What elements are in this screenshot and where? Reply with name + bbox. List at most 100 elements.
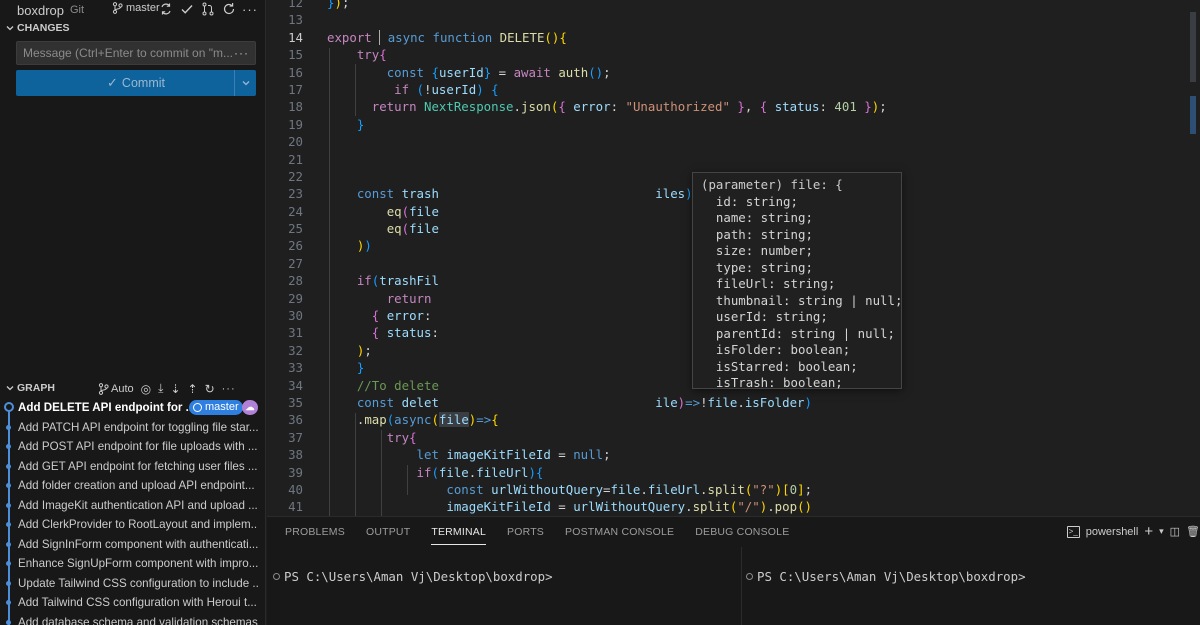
hover-field: userId: string; <box>715 309 828 324</box>
source-control-sidebar: boxdrop Git master ··· CHANGES Message (… <box>0 0 266 625</box>
terminal-prompt: PS C:\Users\Aman Vj\Desktop\boxdrop> <box>284 569 553 584</box>
graph-auto-toggle[interactable]: Auto <box>98 383 134 395</box>
split-terminal-icon[interactable]: ◫ <box>1170 525 1180 538</box>
hover-header: (parameter) file: { <box>701 177 843 192</box>
commit-row[interactable]: Update Tailwind CSS configuration to inc… <box>0 574 265 594</box>
refresh-icon[interactable]: ↻ <box>205 382 215 396</box>
terminal-status-icon <box>746 573 753 580</box>
panel-tabs: PROBLEMS OUTPUT TERMINAL PORTS POSTMAN C… <box>285 525 810 545</box>
line-number: 12 <box>288 0 303 10</box>
line-number: 16 <box>288 64 303 80</box>
commit-graph-list: Add DELETE API endpoint for ... master ☁… <box>0 398 265 625</box>
pull-request-icon[interactable] <box>200 1 216 17</box>
terminal-right[interactable]: PS C:\Users\Aman Vj\Desktop\boxdrop> <box>746 569 1026 584</box>
line-number: 31 <box>288 325 303 341</box>
new-terminal-icon[interactable]: + <box>1144 523 1153 540</box>
tab-output[interactable]: OUTPUT <box>366 525 410 545</box>
remote-cloud-icon[interactable]: ☁ <box>242 400 258 415</box>
commit-dropdown-button[interactable] <box>234 70 256 96</box>
commit-head-node-icon <box>4 402 14 412</box>
terminal-status-icon <box>273 573 280 580</box>
tab-ports[interactable]: PORTS <box>507 525 544 545</box>
commit-check-icon[interactable] <box>179 1 195 17</box>
git-branch-icon <box>112 2 123 14</box>
hover-field: thumbnail: string | null; <box>715 292 903 308</box>
shell-name[interactable]: powershell <box>1086 526 1139 538</box>
fetch-icon[interactable]: ⤓ <box>158 381 163 396</box>
kill-terminal-icon[interactable]: 🗑 <box>1186 525 1200 538</box>
commit-message: Add PATCH API endpoint for toggling file… <box>18 420 258 434</box>
target-icon[interactable]: ◎ <box>141 382 151 396</box>
commit-row[interactable]: Add ImageKit authentication API and uplo… <box>0 496 265 516</box>
repository-provider: Git <box>69 4 85 16</box>
chevron-down-icon <box>6 386 14 391</box>
ellipsis-icon[interactable]: ··· <box>234 42 249 64</box>
pull-icon[interactable]: ⇣ <box>170 382 180 396</box>
more-actions-icon[interactable]: ··· <box>242 1 258 17</box>
commit-message-placeholder: Message (Ctrl+Enter to commit on "m... <box>23 46 233 60</box>
hover-field: isTrash: boolean; <box>715 375 843 390</box>
line-number: 13 <box>288 12 303 28</box>
tab-problems[interactable]: PROBLEMS <box>285 525 345 545</box>
commit-row[interactable]: Add folder creation and upload API endpo… <box>0 476 265 496</box>
scm-toolbar: ··· <box>158 1 258 17</box>
terminal-divider[interactable] <box>741 547 742 625</box>
more-actions-icon[interactable]: ··· <box>222 383 236 395</box>
commit-message: Add Tailwind CSS configuration with Hero… <box>18 596 257 610</box>
commit-row[interactable]: Add SignInForm component with authentica… <box>0 535 265 555</box>
line-number: 26 <box>288 238 303 254</box>
terminal-icon: >_ <box>1066 525 1080 538</box>
commit-node-icon <box>6 619 11 625</box>
line-number: 35 <box>288 394 303 410</box>
commit-node-icon <box>6 502 11 508</box>
commit-node-icon <box>6 463 11 469</box>
tab-debug-console[interactable]: DEBUG CONSOLE <box>695 525 789 545</box>
commit-row[interactable]: Add Tailwind CSS configuration with Hero… <box>0 593 265 613</box>
terminal-toolbar: >_ powershell + ▾ ◫ 🗑 <box>1066 523 1200 540</box>
sync-icon[interactable] <box>158 1 174 17</box>
commit-row[interactable]: Add PATCH API endpoint for toggling file… <box>0 418 265 438</box>
commit-message: Add SignInForm component with authentica… <box>18 537 258 551</box>
line-number: 28 <box>288 273 303 289</box>
commit-message: Add ClerkProvider to RootLayout and impl… <box>18 518 258 532</box>
minimap-block <box>1190 12 1196 82</box>
hover-field: path: string; <box>715 226 813 242</box>
commit-message: Add DELETE API endpoint for ... <box>18 401 196 415</box>
commit-row[interactable]: Add DELETE API endpoint for ... master ☁ <box>0 398 265 418</box>
hover-field: id: string; <box>715 193 798 209</box>
line-number: 29 <box>288 290 303 306</box>
line-number: 19 <box>288 116 303 132</box>
line-number: 21 <box>288 151 303 167</box>
refresh-icon[interactable] <box>221 1 237 17</box>
commit-node-icon <box>6 483 11 488</box>
line-number: 15 <box>288 47 303 63</box>
minimap-scrollbar[interactable] <box>1186 0 1200 516</box>
commit-button-label: Commit <box>121 76 165 90</box>
tab-terminal[interactable]: TERMINAL <box>431 525 487 545</box>
terminal-left[interactable]: PS C:\Users\Aman Vj\Desktop\boxdrop> <box>273 569 553 584</box>
commit-row[interactable]: Add database schema and validation schem… <box>0 613 265 625</box>
commit-row[interactable]: Add POST API endpoint for file uploads w… <box>0 437 265 457</box>
hover-field: fileUrl: string; <box>715 276 836 291</box>
hover-field: name: string; <box>715 210 813 225</box>
commit-row[interactable]: Enhance SignUpForm component with impro.… <box>0 554 265 574</box>
chevron-down-icon[interactable]: ▾ <box>1159 526 1164 537</box>
push-icon[interactable]: ⇡ <box>188 382 198 396</box>
line-number: 18 <box>288 99 303 115</box>
line-number: 22 <box>288 168 303 184</box>
commit-message-input[interactable]: Message (Ctrl+Enter to commit on "m... ·… <box>16 41 256 65</box>
commit-row[interactable]: Add ClerkProvider to RootLayout and impl… <box>0 515 265 535</box>
branch-badge[interactable]: master <box>189 400 243 415</box>
hover-field: type: string; <box>715 259 813 275</box>
commit-node-icon <box>6 580 11 586</box>
line-number: 38 <box>288 447 303 463</box>
line-number: 30 <box>288 308 303 324</box>
tab-postman-console[interactable]: POSTMAN CONSOLE <box>565 525 674 545</box>
code-editor[interactable]: 12}); 13 14 export async function DELETE(… <box>267 0 1200 516</box>
changes-section-header[interactable]: CHANGES <box>4 21 70 35</box>
branch-indicator[interactable]: master <box>112 2 160 14</box>
commit-button[interactable]: ✓ Commit <box>16 70 256 96</box>
commit-row[interactable]: Add GET API endpoint for fetching user f… <box>0 457 265 477</box>
line-number: 36 <box>288 412 303 428</box>
line-number: 33 <box>288 360 303 376</box>
